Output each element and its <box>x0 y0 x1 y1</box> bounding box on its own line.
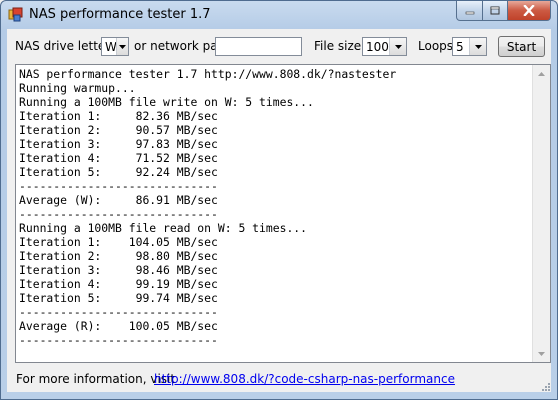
close-button[interactable] <box>508 1 551 21</box>
output-line: Iteration 1: 82.36 MB/sec <box>19 109 218 123</box>
output-line: Iteration 5: 99.74 MB/sec <box>19 291 218 305</box>
scroll-up-button[interactable] <box>533 65 550 82</box>
output-line: ----------------------------- <box>19 207 218 221</box>
output-line: Iteration 4: 99.19 MB/sec <box>19 277 218 291</box>
loops-value: 5 <box>456 40 464 54</box>
file-size-label: File size <box>314 39 362 53</box>
app-icon[interactable] <box>8 7 23 22</box>
maximize-icon <box>490 6 500 14</box>
minimize-icon <box>465 11 474 14</box>
output-line: Running a 100MB file read on W: 5 times.… <box>19 221 308 235</box>
file-size-select[interactable]: 100 <box>362 37 407 56</box>
chevron-down-icon <box>474 44 482 49</box>
output-line: NAS performance tester 1.7 http://www.80… <box>19 67 397 81</box>
app-window: NAS performance tester 1.7 NAS drive let… <box>0 0 558 400</box>
output-line: Running warmup... <box>19 81 136 95</box>
footer-info-text: For more information, visit <box>16 372 176 386</box>
start-button[interactable]: Start <box>498 36 545 57</box>
loops-select[interactable]: 5 <box>452 37 487 56</box>
drive-letter-dropdown-button[interactable] <box>116 38 128 55</box>
file-size-dropdown-button[interactable] <box>389 38 406 55</box>
scroll-down-icon <box>538 351 545 356</box>
output-line: Iteration 2: 90.57 MB/sec <box>19 123 218 137</box>
client-area: NAS drive letter W or network path File … <box>7 29 551 392</box>
output-line: Running a 100MB file write on W: 5 times… <box>19 95 314 109</box>
maximize-button[interactable] <box>483 1 508 21</box>
loops-label: Loops <box>418 39 454 53</box>
chevron-down-icon <box>119 44 126 49</box>
output-textbox[interactable]: NAS performance tester 1.7 http://www.80… <box>15 64 551 363</box>
drive-letter-label: NAS drive letter <box>15 39 111 53</box>
output-line: ----------------------------- <box>19 179 218 193</box>
output-line: Iteration 2: 98.80 MB/sec <box>19 249 218 263</box>
caption-buttons <box>456 1 551 21</box>
output-line: Average (R): 100.05 MB/sec <box>19 319 218 333</box>
output-log: NAS performance tester 1.7 http://www.80… <box>19 67 396 347</box>
output-line: Iteration 1: 104.05 MB/sec <box>19 235 218 249</box>
output-line: Average (W): 86.91 MB/sec <box>19 193 218 207</box>
loops-dropdown-button[interactable] <box>469 38 486 55</box>
output-line: ----------------------------- <box>19 305 218 319</box>
scroll-down-button[interactable] <box>533 345 550 362</box>
title-bar[interactable]: NAS performance tester 1.7 <box>1 1 557 29</box>
output-line: Iteration 3: 98.46 MB/sec <box>19 263 218 277</box>
minimize-button[interactable] <box>456 1 483 21</box>
output-line: Iteration 4: 71.52 MB/sec <box>19 151 218 165</box>
close-icon <box>523 5 535 16</box>
output-line: Iteration 5: 92.24 MB/sec <box>19 165 218 179</box>
file-size-value: 100 <box>366 40 389 54</box>
output-line: Iteration 3: 97.83 MB/sec <box>19 137 218 151</box>
output-line: ----------------------------- <box>19 333 218 347</box>
window-title: NAS performance tester 1.7 <box>29 7 211 22</box>
resize-grip-icon[interactable] <box>539 380 551 392</box>
vertical-scrollbar[interactable] <box>532 65 550 362</box>
network-path-input[interactable] <box>215 37 302 56</box>
drive-letter-select[interactable]: W <box>101 37 129 56</box>
chevron-down-icon <box>394 44 402 49</box>
more-info-link[interactable]: http://www.808.dk/?code-csharp-nas-perfo… <box>154 372 455 386</box>
scroll-up-icon <box>538 71 545 76</box>
